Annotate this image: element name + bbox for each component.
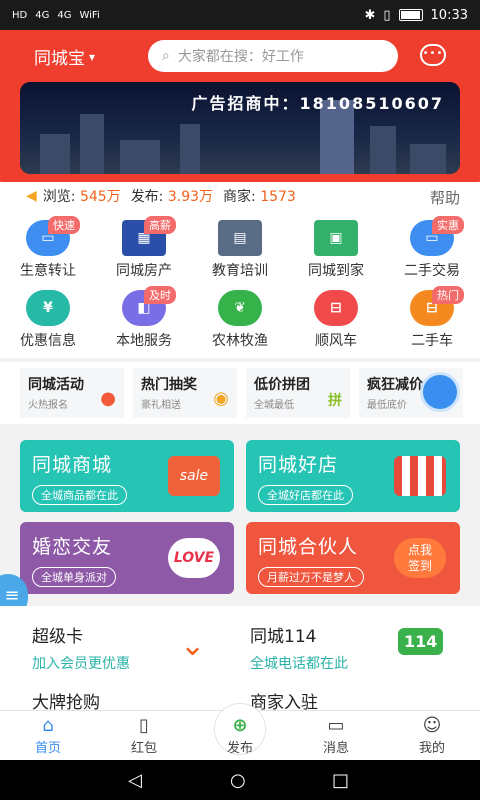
tab-red-packet[interactable]: ▯ 红包	[96, 715, 192, 756]
merchants-stat: 商家: 1573	[223, 189, 296, 205]
card-city-mall[interactable]: 同城商城 全城商品都在此 sale	[20, 440, 234, 512]
tab-profile[interactable]: ☺ 我的	[384, 715, 480, 756]
wifi-icon: WiFi	[79, 9, 100, 21]
floating-ball-icon[interactable]	[420, 372, 460, 412]
card-partner[interactable]: 同城合伙人 月薪过万不是梦人 点我 签到	[246, 522, 460, 594]
grid-badge: 高薪	[144, 216, 176, 234]
post-icon: ⊕	[232, 715, 248, 736]
banner-building	[410, 144, 446, 174]
phone-114-icon: 114	[398, 628, 444, 655]
grid-badge: 实惠	[432, 216, 464, 234]
grid-item-real-estate[interactable]: ▦ 高薪 同城房产	[96, 216, 192, 280]
coupon-icon: ¥	[26, 290, 70, 326]
banner-text: 广告招商中：18108510607	[191, 94, 444, 113]
grid-item-business-transfer[interactable]: ▭ 快速 生意转让	[0, 216, 96, 280]
signal-icon: 4G	[35, 9, 50, 21]
recents-icon[interactable]: □	[332, 770, 349, 791]
promo-activity[interactable]: 同城活动 火热报名 ●	[20, 368, 124, 418]
category-grid: ▭ 快速 生意转让 ▦ 高薪 同城房产 ▤ 教育培训 ▣ 同城到家 ▭ 实惠 二…	[0, 210, 480, 358]
feature-cards: 同城商城 全城商品都在此 sale 同城好店 全城好店都在此 婚恋交友 全城单身…	[0, 428, 480, 606]
delivery-icon: ▣	[314, 220, 358, 256]
wheel-icon: ◉	[213, 388, 229, 409]
tab-messages[interactable]: ▭ 消息	[288, 715, 384, 756]
back-icon[interactable]: ◁	[128, 770, 142, 791]
city-selector[interactable]: 同城宝 ▾	[34, 44, 95, 69]
checkin-icon: 点我 签到	[394, 538, 446, 578]
grid-item-second-hand[interactable]: ▭ 实惠 二手交易	[384, 216, 480, 280]
grid-item-home-service[interactable]: ▣ 同城到家	[288, 220, 384, 280]
ad-banner[interactable]: 广告招商中：18108510607	[20, 82, 460, 174]
lower-features: 超级卡 加入会员更优惠 ⌄ 同城114 全城电话都在此 114 大牌抢购 商家入…	[0, 606, 480, 713]
promo-row: 同城活动 火热报名 ● 热门抽奖 豪礼相送 ◉ 低价拼团 全城最低 拼 疯狂减价…	[0, 362, 480, 424]
tab-post[interactable]: ⊕ 发布	[192, 715, 288, 756]
banner-building	[40, 134, 70, 174]
tab-bar: ⌂ 首页 ▯ 红包 ⊕ 发布 ▭ 消息 ☺ 我的	[0, 703, 480, 760]
grid-item-used-car[interactable]: ⊟ 热门 二手车	[384, 286, 480, 350]
love-icon: LOVE	[168, 538, 220, 578]
grid-item-local-service[interactable]: ◧ 及时 本地服务	[96, 286, 192, 350]
tab-home[interactable]: ⌂ 首页	[0, 715, 96, 756]
city-114-item[interactable]: 同城114 全城电话都在此	[250, 622, 348, 673]
speaker-icon: ◀	[26, 188, 37, 204]
chevron-down-icon: ▾	[89, 49, 96, 64]
battery-icon	[398, 9, 423, 21]
grid-badge: 及时	[144, 286, 176, 304]
status-right: ✱ ▯ 10:33	[364, 8, 468, 23]
super-card-item[interactable]: 超级卡 加入会员更优惠	[32, 622, 130, 673]
banner-building	[120, 140, 160, 174]
balloon-icon: ●	[100, 388, 116, 409]
storefront-icon	[394, 456, 446, 496]
bluetooth-icon: ✱	[364, 7, 376, 23]
system-nav-bar: ◁ ○ □	[0, 760, 480, 800]
city-name: 同城宝	[34, 49, 85, 69]
grid-item-carpool[interactable]: ⊟ 顺风车	[288, 290, 384, 350]
banner-building	[370, 126, 396, 174]
chevron-down-icon: ⌄	[180, 628, 206, 663]
status-left: HD 4G 4G WiFi	[12, 10, 100, 21]
grid-item-agriculture[interactable]: ❦ 农林牧渔	[192, 290, 288, 350]
stats-bar: ◀ 浏览: 545万 发布: 3.93万 商家: 1573 帮助	[0, 182, 480, 210]
message-icon: ▭	[327, 715, 345, 736]
search-placeholder: 大家都在搜：好工作	[177, 49, 304, 65]
chat-bubble-icon[interactable]: •••	[420, 44, 446, 66]
card-dating[interactable]: 婚恋交友 全城单身派对 LOVE	[20, 522, 234, 594]
banner-building	[180, 124, 200, 174]
classroom-icon: ▤	[218, 220, 262, 256]
signal-icon: 4G	[57, 9, 72, 21]
card-good-shops[interactable]: 同城好店 全城好店都在此	[246, 440, 460, 512]
sale-bag-icon: sale	[168, 456, 220, 496]
banner-building	[80, 114, 104, 174]
pin-icon: 拼	[328, 393, 342, 409]
promo-group-buy[interactable]: 低价拼团 全城最低 拼	[246, 368, 350, 418]
search-input[interactable]: ⌕ 大家都在搜：好工作	[148, 40, 398, 72]
home-icon: ⌂	[42, 715, 54, 736]
grid-badge: 热门	[432, 286, 464, 304]
profile-icon: ☺	[422, 715, 442, 736]
grid-item-education[interactable]: ▤ 教育培训	[192, 220, 288, 280]
grid-item-discount[interactable]: ¥ 优惠信息	[0, 290, 96, 350]
status-bar: HD 4G 4G WiFi ✱ ▯ 10:33	[0, 0, 480, 30]
leaf-icon: ❦	[218, 290, 262, 326]
promo-lottery[interactable]: 热门抽奖 豪礼相送 ◉	[133, 368, 237, 418]
home-circle-icon[interactable]: ○	[230, 770, 246, 791]
help-link[interactable]: 帮助	[430, 187, 460, 208]
hd-indicator: HD	[12, 9, 28, 21]
clock: 10:33	[430, 7, 468, 23]
red-packet-icon: ▯	[139, 715, 149, 736]
posts-stat: 发布: 3.93万	[130, 189, 214, 205]
grid-badge: 快速	[48, 216, 80, 234]
vibrate-icon: ▯	[383, 7, 391, 23]
search-icon: ⌕	[162, 48, 170, 64]
views-stat: 浏览: 545万	[42, 189, 121, 205]
car-icon: ⊟	[314, 290, 358, 326]
